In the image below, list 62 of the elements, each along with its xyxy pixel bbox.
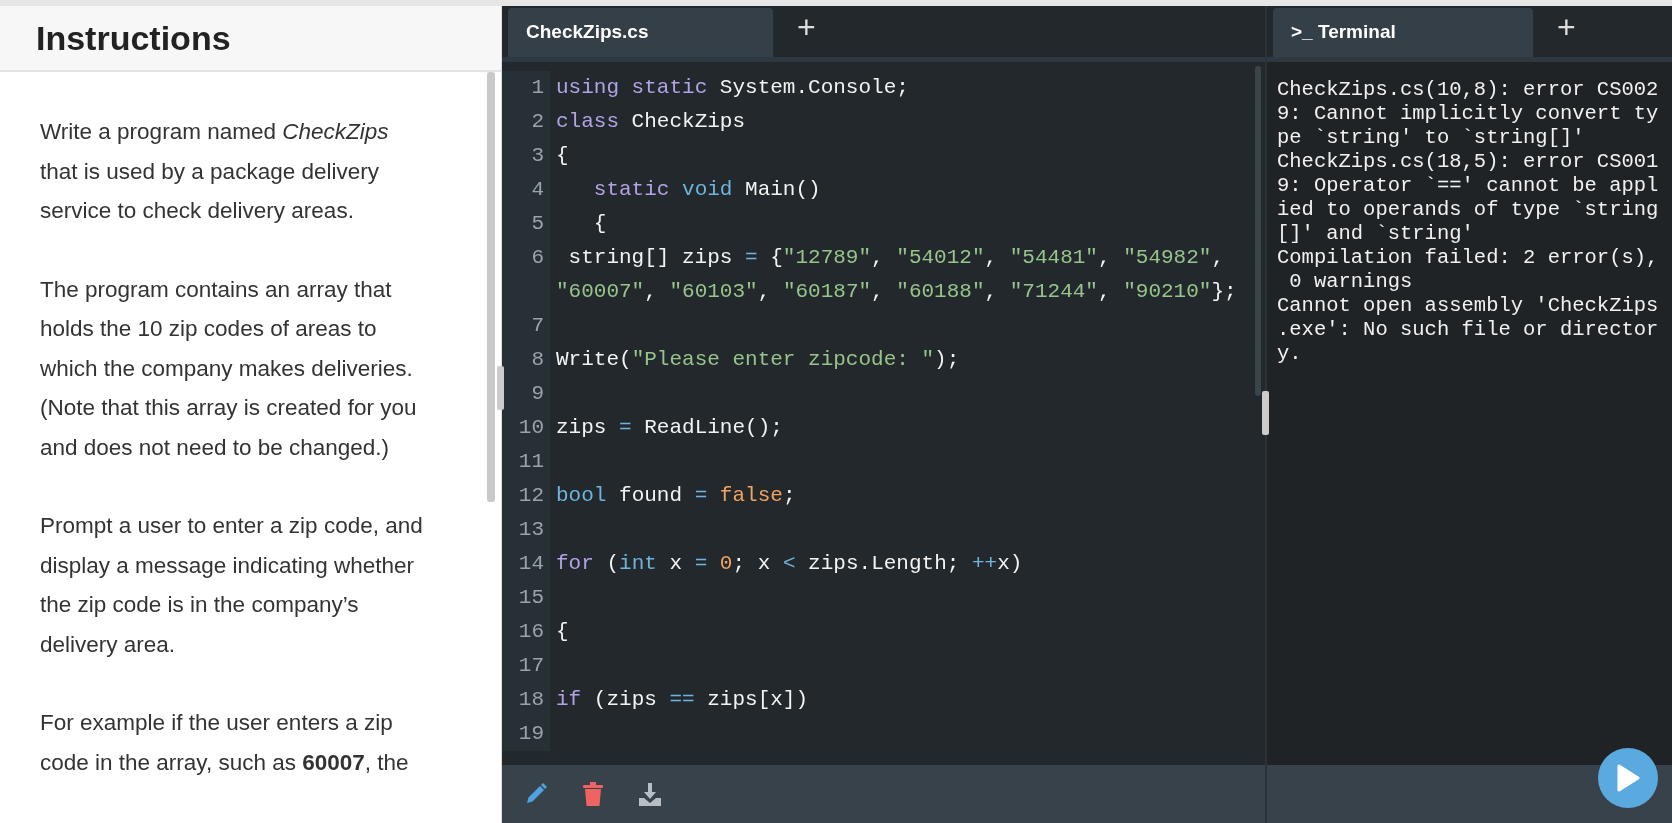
line-number: 4 (502, 173, 550, 207)
splitter-handle[interactable] (497, 366, 504, 410)
terminal-output-line: ied to operands of type `string (1277, 198, 1660, 222)
terminal-output-line: pe `string' to `string[]' (1277, 126, 1586, 150)
code-line: bool found = false; (555, 483, 796, 509)
line-number: 14 (502, 547, 550, 581)
line-number: 2 (502, 105, 550, 139)
terminal-output-line: 9: Cannot implicitly convert ty (1277, 102, 1660, 126)
instruction-paragraph: For example if the user enters a zip code in the array, such as 60007, the (40, 709, 410, 777)
line-number: 13 (502, 513, 550, 547)
terminal-tab[interactable]: >_ Terminal (1273, 8, 1533, 57)
line-number: 7 (502, 309, 550, 343)
line-number: 10 (502, 411, 550, 445)
line-number: 15 (502, 581, 550, 615)
line-number: 9 (502, 377, 550, 411)
pencil-icon[interactable] (524, 782, 548, 806)
code-line: for (int x = 0; x < zips.Length; ++x) (555, 551, 1023, 577)
add-tab-button[interactable]: + (1557, 10, 1576, 53)
line-number: 8 (502, 343, 550, 377)
terminal-output-line: y. (1277, 342, 1303, 366)
line-number: 12 (502, 479, 550, 513)
code-line: "60007", "60103", "60187", "60188", "71244", "90210"}; (555, 279, 1237, 305)
instruction-paragraph: Write a program named CheckZips that is used by a package delivery service to check delivery areas. (40, 118, 390, 225)
terminal-output-line: 0 warnings (1288, 270, 1414, 294)
code-line: static void Main() (592, 177, 821, 203)
line-number: 3 (502, 139, 550, 173)
add-tab-button[interactable]: + (797, 10, 816, 53)
terminal-output-line: CheckZips.cs(18,5): error CS001 (1277, 150, 1660, 174)
line-number: 6 (502, 241, 550, 275)
play-icon (1616, 764, 1640, 792)
code-line: zips = ReadLine(); (555, 415, 783, 441)
file-tab[interactable]: CheckZips.cs (508, 8, 773, 57)
line-number: 1 (502, 71, 550, 105)
instruction-paragraph: Prompt a user to enter a zip code, and display a message indicating whether the zip code is in the company’s delivery area. (40, 512, 424, 659)
code-line: Write("Please enter zipcode: "); (555, 347, 960, 373)
terminal-output-line: CheckZips.cs(10,8): error CS002 (1277, 78, 1660, 102)
line-number: 5 (502, 207, 550, 241)
code-line: { (555, 143, 569, 169)
terminal-output-line: 9: Operator `==' cannot be appl (1277, 174, 1660, 198)
terminal-output-line: Compilation failed: 2 error(s), (1277, 246, 1660, 270)
line-number: 18 (502, 683, 550, 717)
code-line: class CheckZips (555, 109, 746, 135)
run-button[interactable] (1598, 748, 1658, 808)
line-number: 17 (502, 649, 550, 683)
line-number: 16 (502, 615, 550, 649)
line-number: 11 (502, 445, 550, 479)
splitter-handle[interactable] (1262, 391, 1269, 435)
terminal-output-line: .exe': No such file or director (1277, 318, 1660, 342)
code-line: { (555, 619, 569, 645)
code-line: if (zips == zips[x]) (555, 687, 809, 713)
scrollbar[interactable] (487, 72, 495, 502)
code-line: string[] zips = {"12789", "54012", "54481", "54982", (567, 245, 1224, 271)
terminal-output-line: []' and `string' (1277, 222, 1475, 246)
scrollbar[interactable] (1255, 66, 1261, 396)
code-line: using static System.Console; (555, 75, 909, 101)
download-icon[interactable] (638, 782, 662, 806)
line-number: 19 (502, 717, 550, 751)
code-line: { (592, 211, 607, 237)
trash-icon[interactable] (582, 782, 604, 806)
terminal-output-line: Cannot open assembly 'CheckZips (1277, 294, 1660, 318)
instruction-paragraph: The program contains an array that holds the 10 zip codes of areas to which the company makes deliveries. (Note that this array is created for you and does not need to be changed.) (40, 275, 418, 462)
panel-title: Instructions (36, 17, 231, 59)
